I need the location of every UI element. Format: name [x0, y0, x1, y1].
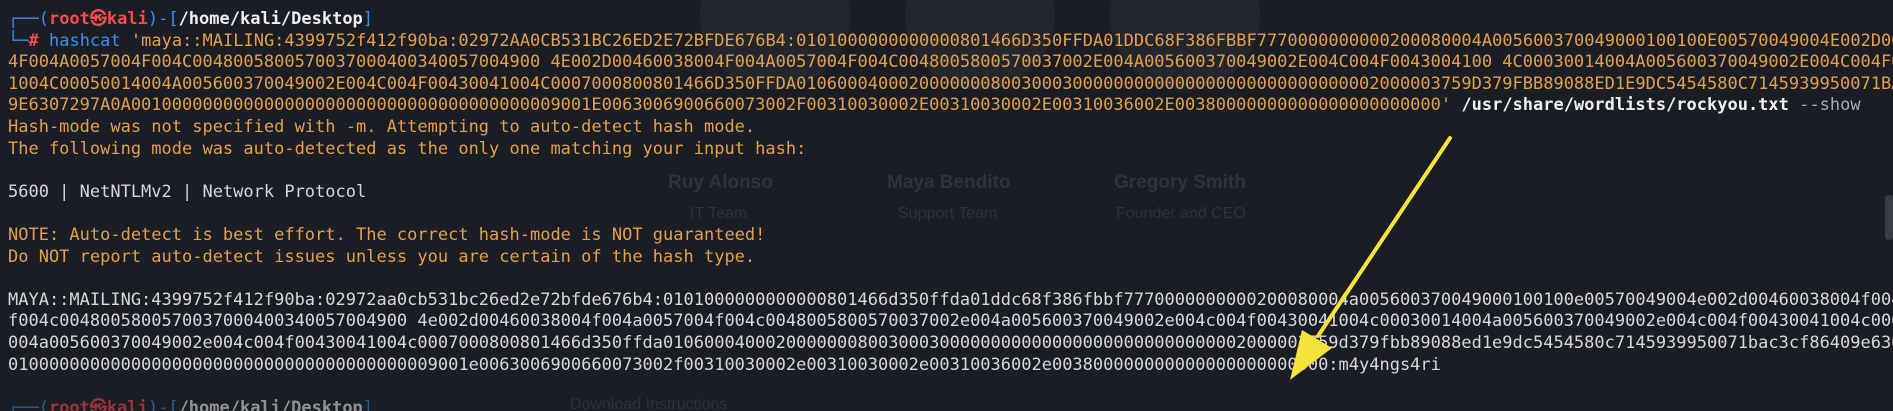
hash-mode-line: 5600 | NetNTLMv2 | Network Protocol — [8, 181, 367, 202]
wordlist-path: /usr/share/wordlists/rockyou.txt — [1461, 95, 1789, 116]
terminal-output: ┌──(root㉿kali)-[/home/kali/Desktop] └─# … — [8, 9, 1893, 411]
command-line-wrap: 9E6307297A0A0010000000000000000000000000… — [8, 95, 1893, 117]
prompt-bracket: ┌──( — [8, 397, 49, 411]
prompt-bracket: )-[ — [147, 9, 179, 29]
warning-text: Do NOT report auto-detect issues unless … — [8, 246, 756, 267]
prompt-bracket: )-[ — [147, 397, 179, 411]
prompt-path: /home/kali/Desktop — [178, 9, 363, 29]
next-prompt-line: ┌──(root㉿kali)-[/home/kali/Desktop] — [8, 398, 1893, 411]
cracked-hash-line: 004a005600370049002e004c004f00430041004c… — [8, 332, 1893, 353]
command-hash-argument: 1004C00050014004A005600370049002E004C004… — [8, 73, 1893, 94]
prompt-corner: └─ — [8, 30, 29, 51]
command-hash-argument: 4F004A0057004F004C0048005800570037000400… — [8, 52, 1893, 73]
show-flag: --show — [1799, 95, 1861, 116]
command-name: hashcat — [48, 30, 121, 51]
warning-text: NOTE: Auto-detect is best effort. The co… — [8, 224, 766, 245]
output-text: Hash-mode was not specified with -m. Att… — [8, 116, 756, 137]
prompt-user: root㉿kali — [48, 9, 148, 29]
prompt-bracket: ┌──( — [8, 9, 49, 29]
cracked-hash-line: 0100000000000000000000000000000000000000… — [8, 354, 1441, 375]
command-line-wrap: 4F004A0057004F004C0048005800570037000400… — [8, 52, 1893, 74]
prompt-bracket: ] — [362, 397, 374, 411]
command-line[interactable]: └─# hashcat 'maya::MAILING:4399752f412f9… — [8, 31, 1893, 53]
command-hash-argument: 'maya::MAILING:4399752f412f90ba:02972AA0… — [130, 30, 1893, 51]
cracked-hash-line: MAYA::MAILING:4399752f412f90ba:02972aa0c… — [8, 289, 1893, 310]
output-text: The following mode was auto-detected as … — [8, 138, 807, 159]
terminal-window[interactable]: Ruy Alonso IT Team Maya Bendito Support … — [0, 0, 1893, 411]
command-hash-argument: 9E6307297A0A0010000000000000000000000000… — [8, 95, 1452, 116]
prompt-hash-symbol: # — [28, 30, 39, 51]
prompt-path: /home/kali/Desktop — [178, 397, 363, 411]
prompt-user: root㉿kali — [48, 397, 148, 411]
scrollbar[interactable] — [1885, 195, 1893, 240]
prompt-bracket: ] — [362, 9, 374, 29]
command-line-wrap: 1004C00050014004A005600370049002E004C004… — [8, 74, 1893, 96]
prompt-line: ┌──(root㉿kali)-[/home/kali/Desktop] — [8, 9, 1893, 31]
cracked-hash-line: f004c0048005800570037000400340057004900 … — [8, 311, 1893, 332]
